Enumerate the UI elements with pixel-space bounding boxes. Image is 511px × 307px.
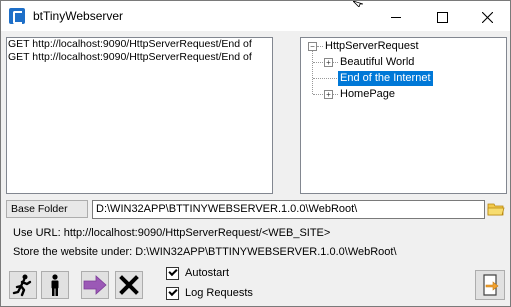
stop-server-button[interactable] — [41, 271, 69, 299]
root-collapse-toggle[interactable]: − — [308, 42, 317, 51]
autostart-checkbox[interactable] — [166, 266, 179, 280]
minimize-button[interactable] — [373, 1, 419, 31]
tree-node-label: End of the Internet — [338, 71, 433, 86]
log-line[interactable]: GET http://localhost:9090/HttpServerRequ… — [7, 38, 272, 51]
close-x-icon — [119, 275, 139, 295]
check-icon — [168, 266, 178, 277]
log-line[interactable]: GET http://localhost:9090/HttpServerRequ… — [7, 51, 272, 64]
running-man-icon — [12, 274, 32, 297]
maximize-button[interactable] — [419, 1, 465, 31]
window-title: btTinyWebserver — [33, 9, 124, 23]
open-browser-button[interactable] — [81, 271, 109, 299]
clear-log-button[interactable] — [115, 271, 143, 299]
site-tree[interactable]: − HttpServerRequest + Beautiful World En… — [300, 37, 507, 194]
beautiful-world-expand-toggle[interactable]: + — [324, 58, 333, 67]
tree-node-label: HomePage — [340, 88, 396, 100]
request-log-list[interactable]: GET http://localhost:9090/HttpServerRequ… — [6, 37, 273, 194]
folder-icon — [487, 203, 505, 216]
tree-node-label: HttpServerRequest — [325, 40, 419, 52]
use-url-text: Use URL: http://localhost:9090/HttpServe… — [13, 227, 331, 239]
store-path-text: Store the website under: D:\WIN32APP\BTT… — [13, 246, 397, 258]
maximize-icon — [436, 11, 448, 23]
minimize-icon — [391, 16, 401, 18]
app-icon — [9, 8, 25, 24]
log-requests-checkbox[interactable] — [166, 286, 179, 300]
main-window: btTinyWebserver GET http://localhost:909… — [0, 0, 511, 307]
base-folder-field[interactable]: D:\WIN32APP\BTTINYWEBSERVER.1.0.0\WebRoo… — [92, 200, 485, 219]
exit-door-icon — [483, 274, 499, 296]
title-bar[interactable]: btTinyWebserver — [1, 1, 510, 31]
autostart-label[interactable]: Autostart — [185, 267, 229, 279]
close-icon — [481, 11, 493, 24]
browse-folder-button[interactable] — [487, 200, 505, 218]
standing-man-icon — [51, 274, 59, 296]
log-requests-label[interactable]: Log Requests — [185, 287, 253, 299]
close-button[interactable] — [464, 1, 510, 31]
arrow-right-icon — [83, 275, 107, 295]
homepage-expand-toggle[interactable]: + — [324, 90, 333, 99]
check-icon — [168, 286, 178, 297]
exit-button[interactable] — [475, 270, 505, 300]
tree-node-label: Beautiful World — [340, 56, 415, 68]
start-server-button[interactable] — [9, 271, 37, 299]
mouse-cursor-icon — [353, 1, 363, 7]
base-folder-label: Base Folder — [6, 200, 88, 218]
